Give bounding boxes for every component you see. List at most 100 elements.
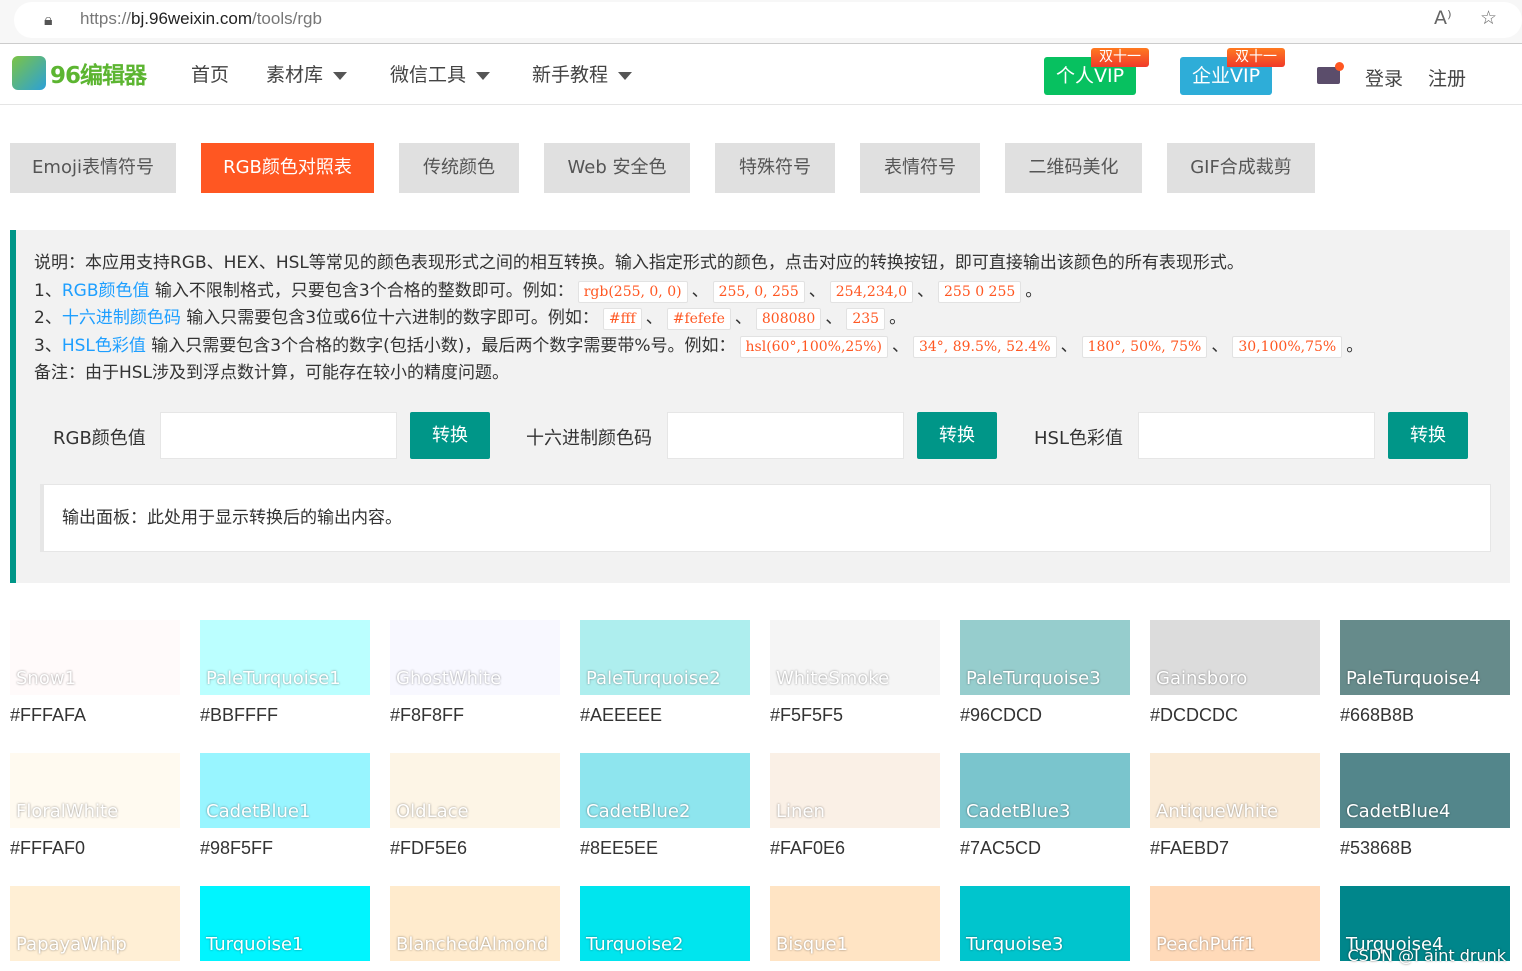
color-swatch[interactable]: CadetBlue1 #98F5FF — [200, 753, 370, 859]
note-text: 备注：由于HSL涉及到浮点数计算，可能存在较小的精度问题。 — [34, 363, 510, 383]
swatch-color[interactable]: WhiteSmoke — [770, 620, 940, 695]
swatch-color[interactable]: PeachPuff1 — [1150, 886, 1320, 961]
color-swatch[interactable]: PaleTurquoise1 #BBFFFF — [200, 620, 370, 726]
line-text: 输入不限制格式，只要包含3个合格的整数即可。例如： — [149, 280, 574, 301]
swatch-color[interactable]: CadetBlue1 — [200, 753, 370, 828]
color-swatch[interactable]: AntiqueWhite #FAEBD7 — [1150, 753, 1320, 859]
swatch-color[interactable]: CadetBlue3 — [960, 753, 1130, 828]
swatch-name: CadetBlue2 — [586, 801, 691, 822]
rgb-input[interactable] — [160, 412, 397, 459]
color-swatch[interactable]: Snow1 #FFFAFA — [10, 620, 180, 726]
color-swatch[interactable]: CadetBlue2 #8EE5EE — [580, 753, 750, 859]
line-number: 2、 — [34, 308, 62, 328]
color-swatch[interactable]: OldLace #FDF5E6 — [390, 753, 560, 859]
swatch-color[interactable]: PaleTurquoise3 — [960, 620, 1130, 695]
line-text: 输入只需要包含3个合格的数字(包括小数)，最后两个数字需要带%号。例如： — [145, 335, 736, 356]
tab-tool[interactable]: Emoji表情符号 — [10, 143, 176, 193]
login-link[interactable]: 登录 — [1365, 64, 1403, 91]
example-code: #fff — [602, 308, 642, 330]
color-swatch[interactable]: FloralWhite #FFFAF0 — [10, 753, 180, 859]
color-swatch[interactable]: Bisque1 — [770, 886, 940, 961]
swatch-name: PaleTurquoise3 — [966, 668, 1101, 689]
hex-convert-button[interactable]: 转换 — [917, 412, 997, 459]
color-swatch[interactable]: Turquoise2 — [580, 886, 750, 961]
nav-item[interactable]: 新手教程 — [532, 60, 633, 87]
separator: 、 — [891, 335, 909, 356]
hsl-input[interactable] — [1138, 412, 1375, 459]
tab-tool[interactable]: GIF合成裁剪 — [1167, 143, 1315, 193]
swatch-hex: #FDF5E6 — [390, 838, 468, 858]
read-aloud-icon[interactable]: A⁾ — [1434, 7, 1452, 29]
color-swatch[interactable]: CadetBlue3 #7AC5CD — [960, 753, 1130, 859]
swatch-color[interactable]: Bisque1 — [770, 886, 940, 961]
example-code: 235 — [846, 308, 886, 330]
tab-tool[interactable]: 二维码美化 — [1005, 143, 1142, 193]
swatch-color[interactable]: Gainsboro — [1150, 620, 1320, 695]
instruction-line: 3、HSL色彩值 输入只需要包含3个合格的数字(包括小数)，最后两个数字需要带%… — [34, 333, 1363, 361]
swatch-color[interactable]: PapayaWhip — [10, 886, 180, 961]
hsl-convert-button[interactable]: 转换 — [1388, 412, 1468, 459]
tab-tool[interactable]: 表情符号 — [860, 143, 980, 193]
output-panel: 输出面板：此处用于显示转换后的输出内容。 — [40, 484, 1491, 552]
hsl-label: HSL色彩值 — [1034, 428, 1123, 449]
swatch-color[interactable]: PaleTurquoise1 — [200, 620, 370, 695]
swatch-color[interactable]: Linen — [770, 753, 940, 828]
swatch-color[interactable]: PaleTurquoise2 — [580, 620, 750, 695]
swatch-color[interactable]: BlanchedAlmond — [390, 886, 560, 961]
swatch-name: AntiqueWhite — [1156, 801, 1279, 822]
nav-item[interactable]: 首页 — [191, 60, 229, 87]
rgb-label: RGB颜色值 — [53, 428, 146, 449]
tab-tool[interactable]: Web 安全色 — [544, 143, 690, 193]
color-swatch[interactable]: PapayaWhip — [10, 886, 180, 961]
rgb-convert-button[interactable]: 转换 — [410, 412, 490, 459]
swatch-color[interactable]: AntiqueWhite — [1150, 753, 1320, 828]
swatch-color[interactable]: CadetBlue4 — [1340, 753, 1510, 828]
color-swatch[interactable]: Turquoise3 — [960, 886, 1130, 961]
swatch-color[interactable]: Snow1 — [10, 620, 180, 695]
color-swatch[interactable]: WhiteSmoke #F5F5F5 — [770, 620, 940, 726]
address-bar: 🔒︎ https://bj.96weixin.com/tools/rgb A⁾ … — [0, 0, 1522, 44]
add-favorite-icon[interactable]: ☆ — [1480, 7, 1497, 29]
swatch-color[interactable]: GhostWhite — [390, 620, 560, 695]
color-swatch[interactable]: CadetBlue4 #53868B — [1340, 753, 1510, 859]
color-swatch[interactable]: Gainsboro #DCDCDC — [1150, 620, 1320, 726]
instructions: 说明：本应用支持RGB、HEX、HSL等常见的颜色表现形式之间的相互转换。输入指… — [34, 250, 1363, 388]
format-link[interactable]: 十六进制颜色码 — [62, 308, 181, 328]
color-swatch[interactable]: PaleTurquoise2 #AEEEEE — [580, 620, 750, 726]
color-swatch[interactable]: PaleTurquoise4 #668B8B — [1340, 620, 1510, 726]
swatch-color[interactable]: OldLace — [390, 753, 560, 828]
swatch-name: PaleTurquoise4 — [1346, 668, 1481, 689]
example-code: hsl(60°,100%,25%) — [739, 335, 888, 358]
swatch-hex: #FFFAF0 — [10, 838, 86, 858]
color-swatch[interactable]: GhostWhite #F8F8FF — [390, 620, 560, 726]
swatch-name: PaleTurquoise1 — [206, 668, 341, 689]
tab-tool[interactable]: 传统颜色 — [399, 143, 519, 193]
swatch-color[interactable]: Turquoise1 — [200, 886, 370, 961]
hex-input[interactable] — [667, 412, 904, 459]
example-code: 180°, 50%, 75% — [1081, 335, 1208, 358]
tab-tool[interactable]: 特殊符号 — [715, 143, 835, 193]
color-swatch[interactable]: Linen #FAF0E6 — [770, 753, 940, 859]
swatch-hex: #FAF0E6 — [770, 838, 846, 858]
format-link[interactable]: RGB颜色值 — [62, 281, 150, 301]
logo[interactable]: 96编辑器 — [12, 56, 147, 90]
nav-item[interactable]: 微信工具 — [390, 60, 491, 87]
swatch-color[interactable]: PaleTurquoise4 — [1340, 620, 1510, 695]
register-link[interactable]: 注册 — [1428, 64, 1466, 91]
swatch-color[interactable]: Turquoise2 — [580, 886, 750, 961]
mail-icon[interactable] — [1317, 62, 1344, 84]
tab-tool[interactable]: RGB颜色对照表 — [201, 143, 374, 193]
swatch-color[interactable]: Turquoise3 — [960, 886, 1130, 961]
format-link[interactable]: HSL色彩值 — [62, 336, 146, 356]
color-swatch[interactable]: PaleTurquoise3 #96CDCD — [960, 620, 1130, 726]
nav-item[interactable]: 素材库 — [266, 60, 348, 87]
swatch-hex: #53868B — [1340, 838, 1413, 858]
nav-item-label: 微信工具 — [390, 64, 467, 86]
lock-icon[interactable]: 🔒︎ — [44, 10, 53, 30]
url-text[interactable]: https://bj.96weixin.com/tools/rgb — [80, 9, 322, 29]
color-swatch[interactable]: Turquoise1 — [200, 886, 370, 961]
swatch-color[interactable]: FloralWhite — [10, 753, 180, 828]
swatch-color[interactable]: CadetBlue2 — [580, 753, 750, 828]
color-swatch[interactable]: BlanchedAlmond — [390, 886, 560, 961]
color-swatch[interactable]: PeachPuff1 — [1150, 886, 1320, 961]
